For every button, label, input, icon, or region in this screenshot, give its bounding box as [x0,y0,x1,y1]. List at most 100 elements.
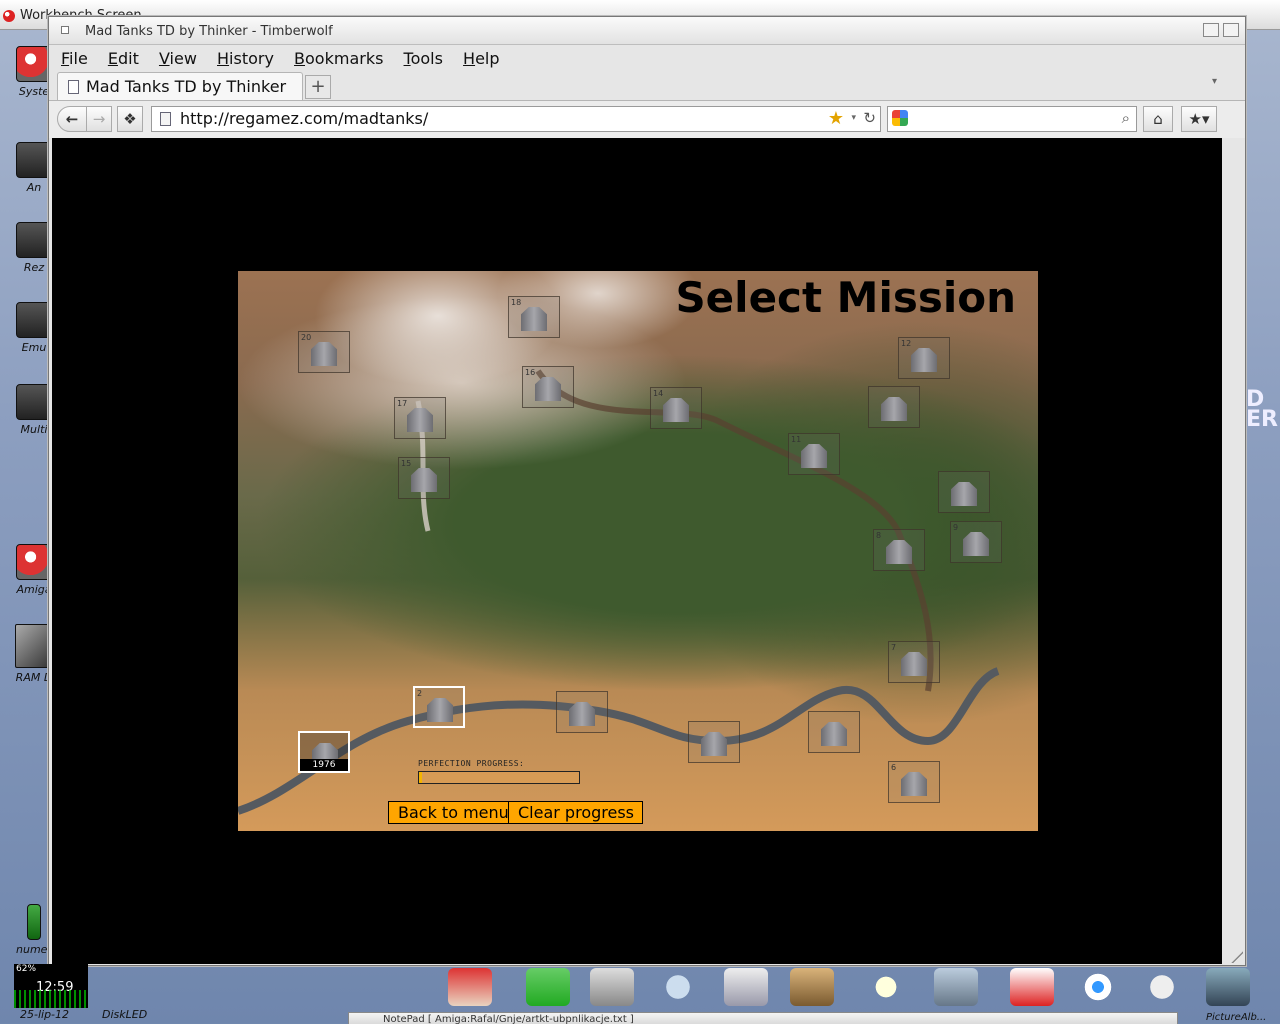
drive-icon [16,142,52,178]
tab-list-chevron-icon[interactable]: ▾ [1212,76,1217,87]
back-to-menu-button[interactable]: Back to menu [388,801,510,824]
magnifier-icon[interactable] [656,968,700,1006]
window-zoom-icon[interactable] [1203,23,1219,37]
forward-button[interactable]: → [86,106,112,132]
mission-12[interactable]: 12 [898,337,950,379]
menu-view[interactable]: View [159,49,197,68]
mission-building-icon [407,408,433,432]
mission-building-icon [411,468,437,492]
mission-15[interactable]: 15 [398,457,450,499]
mission-label: 20 [301,333,312,342]
perfection-progress-fill [419,772,423,783]
mission-11[interactable]: 11 [788,433,840,475]
mission-building-icon [901,772,927,796]
game-canvas[interactable]: Select Mission 1976 2 6 7 8 9 11 12 14 1… [238,271,1038,831]
mission-7[interactable]: 7 [888,641,940,683]
back-button[interactable]: ← [57,106,87,132]
page-content: Select Mission 1976 2 6 7 8 9 11 12 14 1… [52,138,1222,964]
drive-icon [16,384,52,420]
bookmarks-menu-button[interactable]: ★▾ [1181,106,1217,132]
window-titlebar[interactable]: Mad Tanks TD by Thinker - Timberwolf [49,17,1245,45]
picture-album-label: PictureAlb... [1206,1012,1267,1023]
reload-icon[interactable]: ↻ [863,109,876,127]
google-engine-icon[interactable] [892,110,908,126]
mission-3[interactable] [556,691,608,733]
system-monitor: 62% 12:59 [14,964,88,1008]
mission-building-icon [901,652,927,676]
mission-1[interactable]: 1976 [298,731,350,773]
mission-16[interactable]: 16 [522,366,574,408]
url-bar[interactable]: http://regamez.com/madtanks/ ★ ▾ ↻ [151,106,881,132]
mission-8[interactable]: 8 [873,529,925,571]
pdf-icon[interactable] [1010,968,1054,1006]
navigation-toolbar: ← → ❖ http://regamez.com/madtanks/ ★ ▾ ↻… [49,100,1245,138]
notepad-window-titlebar[interactable]: NotePad [ Amiga:Rafal/Gnje/artkt-ubpnlik… [348,1012,1178,1024]
eye-viewer-icon[interactable] [1076,968,1120,1006]
window-depth-icon[interactable] [1223,23,1239,37]
mission-label: 15 [401,459,412,468]
mission-14[interactable]: 14 [650,387,702,429]
mission-4[interactable] [688,721,740,763]
camera-icon[interactable] [590,968,634,1006]
mission-20[interactable]: 20 [298,331,350,373]
mission-18[interactable]: 18 [508,296,560,338]
window-title: Mad Tanks TD by Thinker - Timberwolf [85,24,333,39]
game-title: Select Mission [675,273,1016,322]
drive-icon [16,302,52,338]
home-button[interactable]: ⌂ [1143,106,1173,132]
mission-13[interactable] [868,386,920,428]
mission-17[interactable]: 17 [394,397,446,439]
desktop-icon-label: Emu [21,341,47,354]
mission-building-icon [701,732,727,756]
window-resize-handle[interactable] [1231,951,1243,963]
mission-label: 14 [653,389,664,398]
cpu-graph [14,990,88,1008]
search-icon[interactable]: ⌕ [1122,109,1130,127]
menu-tools[interactable]: Tools [404,49,443,68]
mission-label: 7 [891,643,897,652]
asci-icon [27,904,41,940]
window-close-icon[interactable] [61,26,69,34]
lightbulb-icon[interactable] [864,968,908,1006]
menu-help[interactable]: Help [463,49,499,68]
mission-9[interactable]: 9 [950,521,1002,563]
menu-edit[interactable]: Edit [108,49,139,68]
tab-mad-tanks[interactable]: Mad Tanks TD by Thinker [57,72,303,100]
mission-building-icon [821,722,847,746]
desktop-icon-label: RAM D [15,671,53,684]
mission-2[interactable]: 2 [413,686,465,728]
mission-building-icon [311,342,337,366]
new-tab-button[interactable]: + [305,75,331,99]
diskled-label: DiskLED [102,1008,148,1021]
bookmark-star-icon[interactable]: ★ [828,108,844,129]
menu-history[interactable]: History [217,49,274,68]
history-dropdown-icon[interactable]: ▾ [851,113,856,123]
search-tool-icon[interactable] [1140,968,1184,1006]
notepad-pencil-icon[interactable] [526,968,570,1006]
reader-icon-button[interactable]: ❖ [117,106,143,132]
picture-album-icon[interactable] [1206,968,1250,1006]
mission-building-icon [427,698,453,722]
clear-progress-button[interactable]: Clear progress [508,801,643,824]
mission-6[interactable]: 6 [888,761,940,803]
tab-bar: Mad Tanks TD by Thinker + ▾ [49,72,1245,100]
mission-label: 6 [891,763,897,772]
mission-label: 16 [525,368,536,377]
mission-label: 18 [511,298,522,307]
mission-building-icon [881,397,907,421]
mission-building-icon [535,377,561,401]
find-icon[interactable] [790,968,834,1006]
menu-bookmarks[interactable]: Bookmarks [294,49,383,68]
mission-building-icon [521,307,547,331]
desktop-icon-label: An [26,181,42,194]
mission-10[interactable] [938,471,990,513]
menu-file[interactable]: File [61,49,88,68]
page-icon [68,80,79,94]
os4-icon[interactable] [724,968,768,1006]
search-bar[interactable]: ⌕ [887,106,1137,132]
dock-app-icon[interactable] [448,968,492,1006]
mission-5[interactable] [808,711,860,753]
drive-icon [16,222,52,258]
desktop-icon-label: Amiga [16,583,52,596]
filer-icon[interactable] [934,968,978,1006]
